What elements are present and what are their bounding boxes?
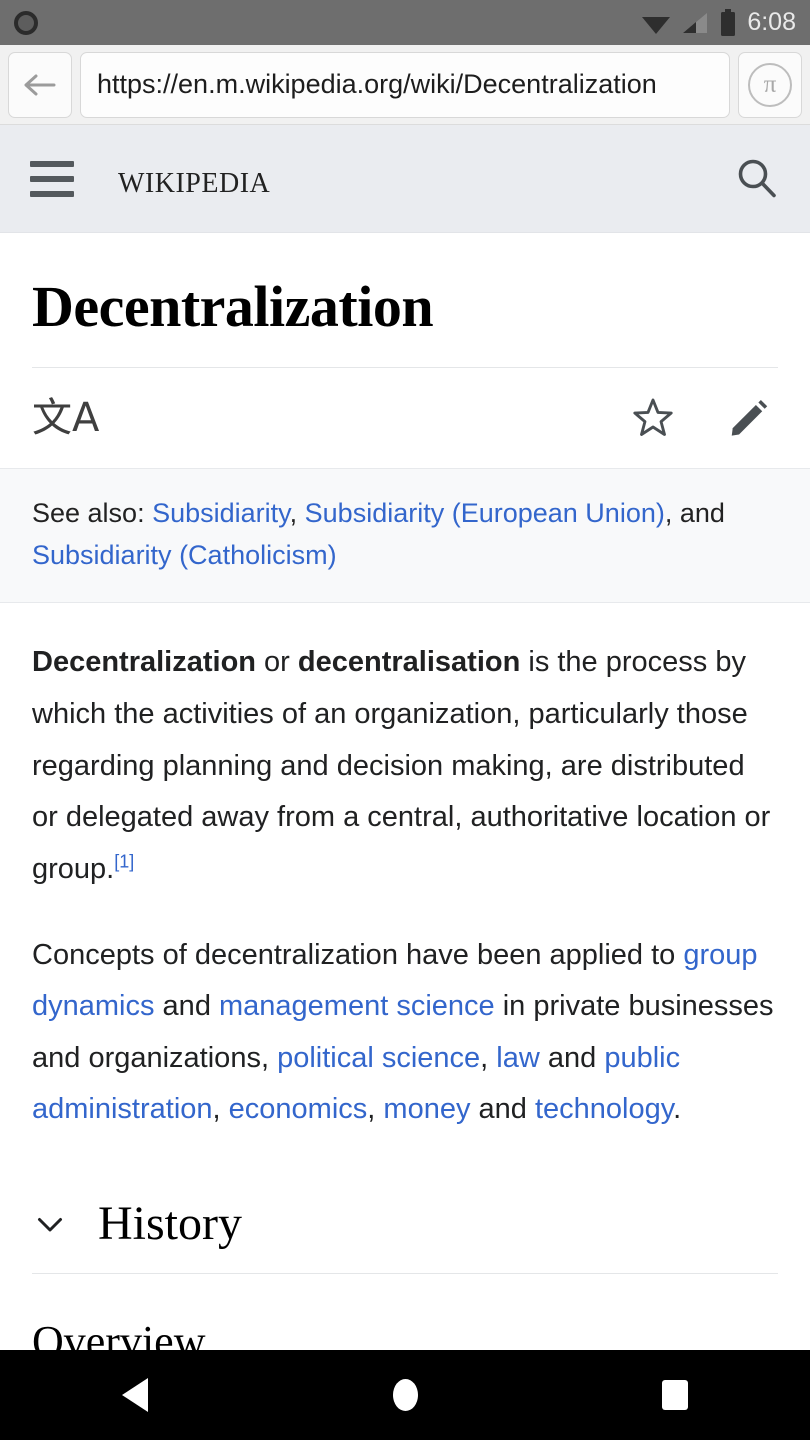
link-technology[interactable]: technology bbox=[535, 1093, 673, 1125]
section-divider bbox=[32, 1272, 778, 1274]
browser-extension-button[interactable]: π bbox=[738, 51, 802, 118]
nav-recents-button[interactable] bbox=[540, 1380, 810, 1410]
term-bold-us: Decentralization bbox=[32, 646, 256, 679]
battery-full-icon bbox=[721, 8, 736, 36]
reference-link-1[interactable]: [1] bbox=[114, 851, 134, 871]
term-bold-uk: decentralisation bbox=[297, 646, 521, 679]
android-nav-bar bbox=[0, 1350, 810, 1440]
p2-t6: , bbox=[212, 1093, 229, 1126]
language-icon: 文A bbox=[32, 394, 100, 441]
p2-t9: . bbox=[673, 1093, 682, 1126]
language-button[interactable]: 文A bbox=[32, 398, 99, 438]
star-outline-icon[interactable] bbox=[630, 395, 676, 441]
hatnote-sep-2: , and bbox=[664, 497, 725, 528]
lead-paragraph-1: Decentralization or decentralisation is … bbox=[32, 637, 778, 895]
url-input[interactable]: https://en.m.wikipedia.org/wiki/Decentra… bbox=[80, 51, 730, 118]
browser-back-button[interactable] bbox=[8, 51, 72, 118]
browser-url-bar: https://en.m.wikipedia.org/wiki/Decentra… bbox=[0, 45, 810, 125]
p2-t4: , bbox=[480, 1041, 497, 1074]
wikipedia-wordmark[interactable]: Wikipedia bbox=[118, 155, 270, 202]
page-title: Decentralization bbox=[32, 274, 434, 339]
hatnote-link-subsidiarity-catholicism[interactable]: Subsidiarity (Catholicism) bbox=[32, 540, 337, 570]
wikipedia-header: Wikipedia bbox=[0, 125, 810, 233]
p2-t5: and bbox=[539, 1041, 605, 1074]
lead-rest: is the process by which the activities o… bbox=[32, 646, 771, 885]
section-header-history[interactable]: History bbox=[32, 1196, 778, 1273]
p2-t2: and bbox=[154, 990, 219, 1023]
lead-paragraph-2: Concepts of decentralization have been a… bbox=[32, 930, 778, 1136]
hatnote-link-subsidiarity-eu[interactable]: Subsidiarity (European Union) bbox=[305, 498, 665, 528]
pi-badge-icon: π bbox=[748, 62, 792, 107]
status-bar-clock: 6:08 bbox=[747, 8, 796, 36]
article-action-row: 文A bbox=[32, 368, 778, 468]
url-text: https://en.m.wikipedia.org/wiki/Decentra… bbox=[97, 69, 657, 99]
hatnote-see-also: See also: Subsidiarity, Subsidiarity (Eu… bbox=[0, 467, 810, 604]
section-title-history: History bbox=[98, 1196, 242, 1250]
phone-screen: 6:08 https://en.m.wikipedia.org/wiki/Dec… bbox=[0, 0, 810, 1440]
hatnote-sep-1: , bbox=[289, 497, 305, 528]
link-political-science[interactable]: political science bbox=[277, 1042, 480, 1074]
status-bar-right: 6:08 bbox=[641, 8, 796, 37]
circle-notification-icon bbox=[14, 10, 38, 35]
back-triangle-icon bbox=[122, 1378, 148, 1412]
article-body: Decentralization 文A See also: Subsidiari… bbox=[0, 233, 810, 1367]
wifi-icon bbox=[642, 16, 671, 34]
status-bar-left bbox=[14, 10, 38, 35]
android-status-bar: 6:08 bbox=[0, 0, 810, 45]
back-arrow-icon bbox=[24, 74, 56, 95]
nav-home-button[interactable] bbox=[270, 1379, 540, 1411]
hamburger-menu-icon[interactable] bbox=[30, 160, 74, 197]
search-icon[interactable] bbox=[734, 156, 780, 202]
home-circle-icon bbox=[392, 1379, 418, 1411]
link-law[interactable]: law bbox=[496, 1042, 540, 1074]
hatnote-prefix: See also: bbox=[32, 497, 153, 528]
article-action-right bbox=[630, 395, 778, 441]
lead-mid: or bbox=[256, 646, 298, 679]
recents-square-icon bbox=[662, 1380, 688, 1410]
chevron-down-icon bbox=[38, 1218, 62, 1232]
link-management-science[interactable]: management science bbox=[219, 990, 495, 1022]
p2-t8: and bbox=[470, 1093, 535, 1126]
p2-t7: , bbox=[367, 1093, 384, 1126]
reference-marker-1[interactable]: [1] bbox=[114, 851, 134, 871]
nav-back-button[interactable] bbox=[0, 1378, 270, 1412]
link-money[interactable]: money bbox=[383, 1093, 470, 1125]
p2-t1: Concepts of decentralization have been a… bbox=[32, 938, 684, 971]
hatnote-link-subsidiarity[interactable]: Subsidiarity bbox=[152, 498, 290, 528]
link-economics[interactable]: economics bbox=[229, 1093, 368, 1125]
cell-signal-icon bbox=[683, 12, 708, 33]
pencil-edit-icon[interactable] bbox=[726, 395, 772, 441]
